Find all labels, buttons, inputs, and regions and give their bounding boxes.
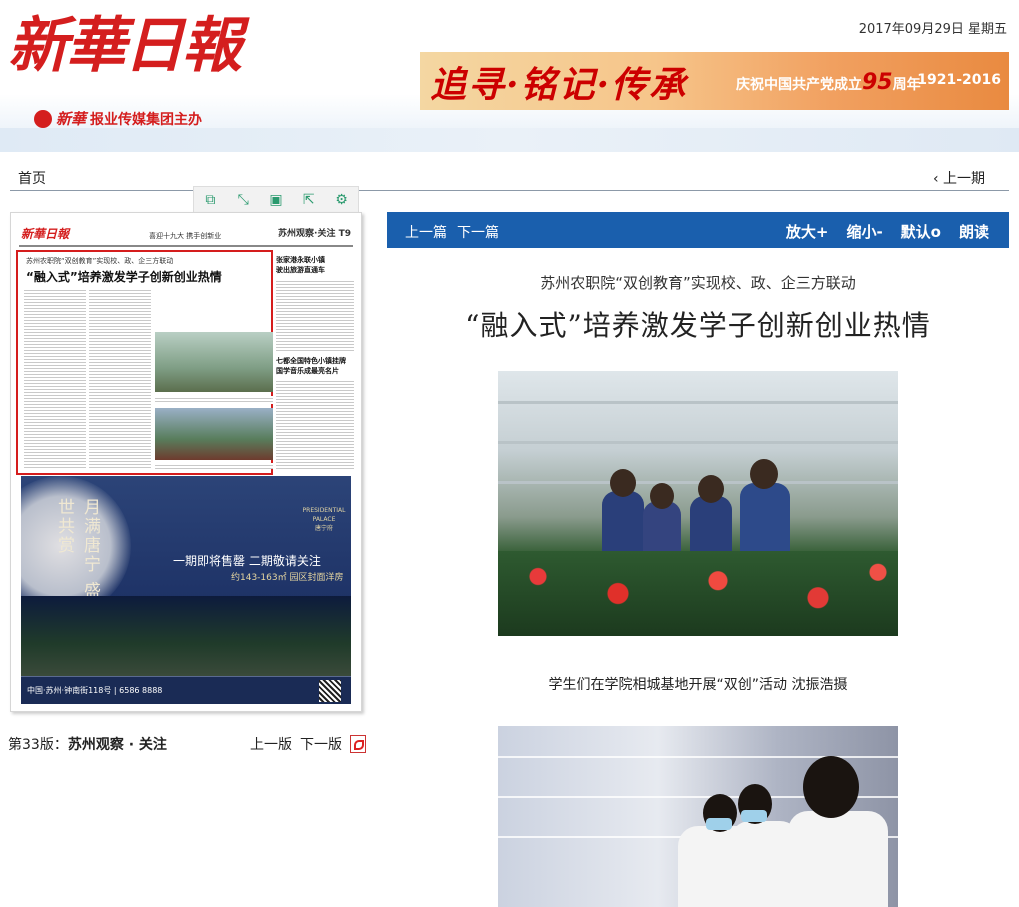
prev-edition-link[interactable]: 上一版: [250, 734, 292, 754]
page-toolbar: ⧉ ⤡ ▣ ⇱ ⚙: [193, 186, 359, 214]
anniversary-banner[interactable]: 追寻·铭记·传承 庆祝中国共产党成立95周年 1921-2016: [420, 52, 1009, 110]
banner-slogan: 追寻·铭记·传承: [430, 64, 688, 106]
thumb-headline: “融入式”培养激发学子创新创业热情: [26, 270, 222, 284]
article-nav: 上一篇 下一篇: [405, 222, 499, 242]
ad-contact: 中国·苏州·钟南街118号 | 6586 8888: [27, 686, 163, 695]
thumb-photo-1: [155, 332, 273, 392]
student-head: [650, 483, 674, 509]
student-head: [750, 459, 778, 489]
masthead-shadow: [0, 128, 1019, 152]
default-size-button[interactable]: 默认o: [901, 221, 941, 242]
side-article-1[interactable]: 张家港永联小镇 驶出旅游直通车: [276, 255, 325, 275]
thumb-text-column: [89, 288, 151, 468]
publisher-italic: 新華: [56, 110, 87, 128]
read-aloud-button[interactable]: 朗读: [959, 221, 989, 242]
ad-footer: 中国·苏州·钟南街118号 | 6586 8888: [21, 676, 351, 704]
edition-nav: 上一版 下一版: [250, 734, 366, 754]
edition-name[interactable]: 苏州观察 · 关注: [68, 737, 167, 753]
ad-size-info: 约143-163㎡ 园区封面洋房: [231, 573, 344, 583]
thumb-text-column: [155, 463, 273, 469]
thumb-text-column: [155, 396, 273, 404]
photo-caption: 学生们在学院相城基地开展“双创”活动 沈振浩摄: [548, 677, 848, 693]
newspaper-logo[interactable]: 新華日報: [8, 6, 242, 86]
page-header-slogan: 喜迎十九大 携手创新业: [149, 232, 222, 240]
issue-date: 2017年09月29日 星期五: [858, 22, 1007, 37]
edition-label: 第33版：苏州观察 · 关注: [8, 737, 167, 753]
student-head: [610, 469, 636, 497]
red-flowers: [498, 551, 898, 636]
article-headline: “融入式”培养激发学子创新创业热情: [465, 309, 931, 342]
lab-coat-figure: [788, 811, 888, 907]
prev-issue-link[interactable]: ‹ 上一期: [933, 168, 985, 188]
save-icon[interactable]: ▣: [260, 187, 293, 213]
publisher-text: 报业传媒集团主办: [90, 111, 203, 128]
fullscreen-icon[interactable]: ⤡: [227, 187, 260, 213]
greenhouse-beam: [498, 401, 898, 404]
zoom-out-button[interactable]: 缩小-: [846, 221, 882, 242]
page-logo: 新華日報: [21, 227, 70, 241]
qr-code-icon: [319, 680, 341, 702]
side-text-column: [276, 379, 354, 471]
home-link[interactable]: 首页: [18, 168, 46, 188]
pdf-icon[interactable]: [350, 735, 366, 753]
ad-night-scene: [21, 596, 351, 676]
next-edition-link[interactable]: 下一版: [300, 734, 342, 754]
group-logo-icon: [34, 109, 52, 128]
article-view-controls: 放大+ 缩小- 默认o 朗读: [786, 221, 989, 242]
lab-photo: [498, 726, 898, 907]
chevron-left-icon: ‹: [932, 171, 939, 187]
selected-article-region[interactable]: 苏州农职院“双创教育”实现校、政、企三方联动 “融入式”培养激发学子创新创业热情: [16, 250, 273, 475]
student-head: [698, 475, 724, 503]
thumb-photo-2: [155, 408, 273, 460]
newspaper-page-thumbnail[interactable]: 新華日報 喜迎十九大 携手创新业 苏州观察·关注 T9 苏州农职院“双创教育”实…: [10, 212, 362, 712]
greenhouse-photo: [498, 371, 898, 636]
real-estate-ad: 月满唐宁 盛世共赏 PRESIDENTIAL PALACE 唐宁府 一期即将售罄 …: [21, 476, 351, 704]
thumb-text-column: [24, 288, 86, 468]
face-mask: [706, 818, 732, 830]
prev-article-link[interactable]: 上一篇: [405, 222, 447, 242]
ad-poem: 月满唐宁 盛世共赏: [54, 498, 100, 601]
article-subtitle: 苏州农职院“双创教育”实现校、政、企三方联动: [540, 274, 856, 292]
page-header: 新華日報 喜迎十九大 携手创新业 苏州观察·关注 T9: [19, 223, 353, 247]
side-article-2[interactable]: 七都全国特色小镇挂牌 国学音乐成最亮名片: [276, 356, 346, 376]
banner-years: 1921-2016: [917, 72, 1001, 88]
article-toolbar: 上一篇 下一篇 放大+ 缩小- 默认o 朗读: [387, 212, 1009, 248]
ad-brand: PRESIDENTIAL PALACE 唐宁府: [302, 507, 346, 532]
greenhouse-beam: [498, 441, 898, 444]
ad-tagline: 一期即将售罄 二期敬请关注: [173, 554, 321, 568]
thumb-subtitle: 苏州农职院“双创教育”实现校、政、企三方联动: [26, 257, 174, 265]
masthead: 新華日報 新華 报业传媒集团主办 2017年09月29日 星期五 追寻·铭记·传…: [0, 0, 1019, 152]
researcher-head: [803, 756, 859, 818]
copy-icon[interactable]: ⧉: [194, 187, 227, 213]
zoom-in-button[interactable]: 放大+: [786, 221, 829, 242]
side-text-column: [276, 279, 354, 353]
settings-icon[interactable]: ⚙: [325, 187, 358, 213]
page-header-section: 苏州观察·关注 T9: [278, 229, 351, 239]
face-mask: [741, 810, 767, 822]
next-article-link[interactable]: 下一篇: [457, 222, 499, 242]
share-icon[interactable]: ⇱: [292, 187, 325, 213]
nav-bar: 首页 ‹ 上一期: [10, 160, 1009, 191]
student-figure: [740, 483, 790, 561]
banner-celebration: 庆祝中国共产党成立95周年: [736, 70, 921, 95]
publisher-line: 新華 报业传媒集团主办: [34, 108, 202, 129]
